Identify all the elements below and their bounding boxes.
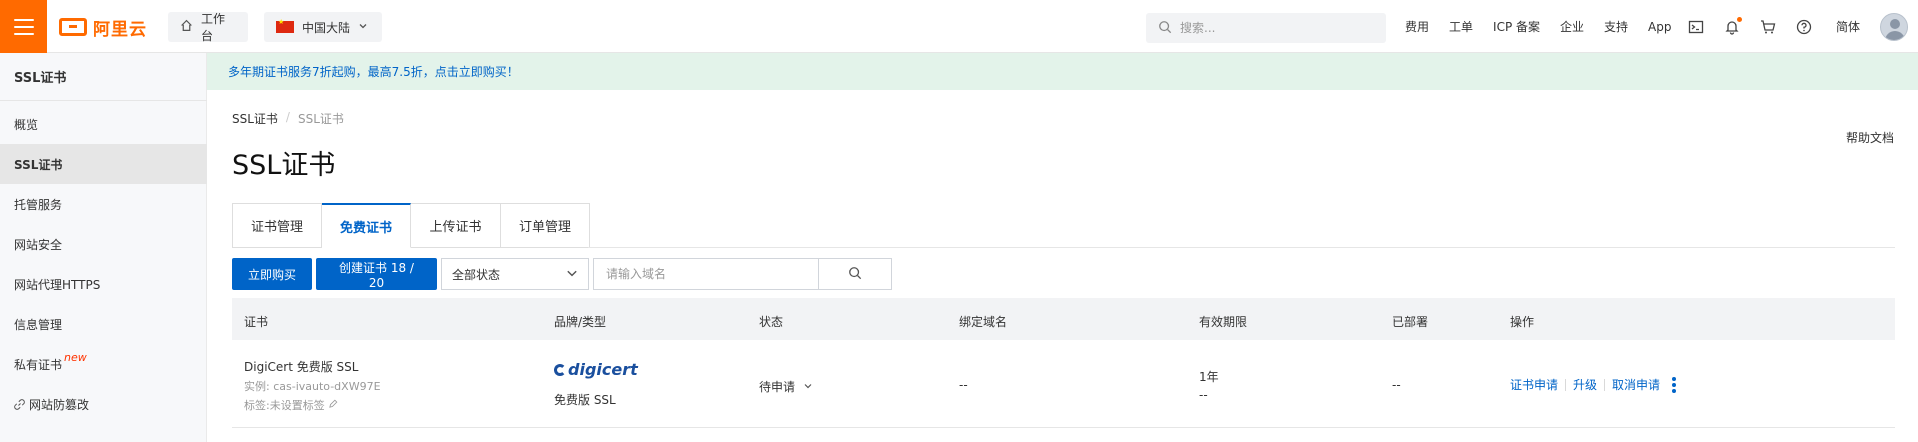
breadcrumb: SSL证书 / SSL证书 xyxy=(232,110,344,127)
validity-value: 1年 -- xyxy=(1199,370,1219,402)
new-badge: new xyxy=(64,350,87,364)
tabs-baseline xyxy=(588,247,1895,248)
global-search[interactable] xyxy=(1146,13,1386,43)
help-doc-link[interactable]: 帮助文档 xyxy=(1846,129,1894,146)
bound-domain-value: -- xyxy=(959,378,968,392)
sidebar-item-https-proxy[interactable]: 网站代理HTTPS xyxy=(0,264,207,304)
cert-type: 免费版 SSL xyxy=(554,393,616,407)
region-selector[interactable]: 中国大陆 xyxy=(264,12,382,42)
table-row: DigiCert 免费版 SSL 实例: cas-ivauto-dXW97E 标… xyxy=(232,340,1895,428)
search-icon xyxy=(1158,20,1172,37)
header-status: 状态 xyxy=(759,315,784,329)
sidebar-item-private-cert[interactable]: 私有证书 new xyxy=(0,344,207,384)
buy-now-button[interactable]: 立即购买 xyxy=(232,258,312,290)
domain-search-button[interactable] xyxy=(818,258,892,290)
avatar[interactable] xyxy=(1880,13,1908,41)
breadcrumb-separator: / xyxy=(285,110,290,124)
sidebar-item-info-management[interactable]: 信息管理 xyxy=(0,304,207,344)
header-cert: 证书 xyxy=(244,315,269,329)
home-icon xyxy=(180,19,193,35)
top-link-tickets[interactable]: 工单 xyxy=(1449,18,1473,35)
top-navigation-bar: 阿里云 工作台 中国大陆 费用 工单 ICP 备案 企业 支持 App xyxy=(0,0,1918,53)
cert-instance-id: 实例: cas-ivauto-dXW97E xyxy=(244,380,381,393)
top-link-support[interactable]: 支持 xyxy=(1604,18,1628,35)
top-link-enterprise[interactable]: 企业 xyxy=(1560,18,1584,35)
header-bound-domain: 绑定域名 xyxy=(959,315,1008,329)
breadcrumb-current: SSL证书 xyxy=(297,112,344,126)
terminal-icon[interactable] xyxy=(1688,19,1704,35)
chevron-down-icon xyxy=(566,267,578,282)
language-switch[interactable]: 简体 xyxy=(1836,0,1860,53)
domain-search xyxy=(593,258,892,290)
header-brand-type: 品牌/类型 xyxy=(554,315,607,329)
tab-cert-management[interactable]: 证书管理 xyxy=(232,203,322,248)
aliyun-logo-icon xyxy=(59,18,87,36)
apply-cert-link[interactable]: 证书申请 xyxy=(1510,376,1558,393)
promo-banner-text: 多年期证书服务7折起购，最高7.5折，点击立即购买！ xyxy=(228,65,519,79)
bell-icon[interactable] xyxy=(1724,16,1742,35)
search-icon xyxy=(848,266,862,283)
notification-dot xyxy=(1737,16,1742,22)
status-dropdown[interactable]: 待申请 xyxy=(759,378,813,395)
sidebar-item-site-security[interactable]: 网站安全 xyxy=(0,224,207,264)
header-actions: 操作 xyxy=(1510,315,1535,329)
top-link-icp[interactable]: ICP 备案 xyxy=(1493,18,1540,35)
digicert-logo-icon xyxy=(554,363,566,376)
create-cert-button[interactable]: 创建证书 18 / 20 xyxy=(316,258,437,290)
page-title: SSL证书 xyxy=(232,150,336,181)
action-separator xyxy=(1565,378,1567,391)
global-search-input[interactable] xyxy=(1180,21,1370,35)
help-icon[interactable] xyxy=(1796,19,1812,35)
deployed-value: -- xyxy=(1392,378,1401,392)
sidebar-title: SSL证书 xyxy=(14,71,67,86)
row-actions: 证书申请 升级 取消申请 xyxy=(1510,376,1677,393)
cart-icon[interactable] xyxy=(1760,19,1776,35)
cert-name: DigiCert 免费版 SSL xyxy=(244,360,359,374)
sidebar-item-ssl-cert[interactable]: SSL证书 xyxy=(0,144,207,184)
top-link-app[interactable]: App xyxy=(1648,20,1671,34)
sidebar-item-hosting[interactable]: 托管服务 xyxy=(0,184,207,224)
action-separator xyxy=(1604,378,1606,391)
cancel-apply-link[interactable]: 取消申请 xyxy=(1612,376,1660,393)
sidebar-item-anti-tamper[interactable]: 网站防篡改 xyxy=(0,384,207,424)
tab-bar: 证书管理 免费证书 上传证书 订单管理 xyxy=(232,203,590,248)
domain-search-input[interactable] xyxy=(593,258,818,290)
sidebar: SSL证书 概览 SSL证书 托管服务 网站安全 网站代理HTTPS 信息管理 … xyxy=(0,53,207,442)
tab-order-management[interactable]: 订单管理 xyxy=(501,203,590,248)
workbench-button[interactable]: 工作台 xyxy=(168,12,248,43)
tab-free-cert[interactable]: 免费证书 xyxy=(322,203,411,248)
menu-icon[interactable] xyxy=(0,0,47,53)
sidebar-item-overview[interactable]: 概览 xyxy=(0,104,207,144)
cert-tag-edit[interactable]: 标签:未设置标签 xyxy=(244,397,338,413)
breadcrumb-root[interactable]: SSL证书 xyxy=(232,110,278,127)
digicert-logo: digicert xyxy=(554,360,638,379)
edit-icon xyxy=(328,399,338,409)
sidebar-divider xyxy=(0,100,207,101)
top-icons xyxy=(1688,0,1812,53)
header-deployed: 已部署 xyxy=(1392,315,1429,329)
top-link-billing[interactable]: 费用 xyxy=(1405,18,1429,35)
toolbar: 立即购买 创建证书 18 / 20 全部状态 xyxy=(232,258,892,290)
status-filter-select[interactable]: 全部状态 xyxy=(441,258,589,290)
chevron-down-icon xyxy=(358,20,368,34)
header-validity: 有效期限 xyxy=(1199,315,1248,329)
table-header: 证书 品牌/类型 状态 绑定域名 有效期限 已部署 操作 xyxy=(232,298,1895,340)
more-actions-icon[interactable] xyxy=(1672,376,1677,393)
aliyun-logo[interactable]: 阿里云 xyxy=(59,14,147,40)
tab-upload-cert[interactable]: 上传证书 xyxy=(411,203,501,248)
chevron-down-icon xyxy=(803,380,813,394)
promo-banner[interactable]: 多年期证书服务7折起购，最高7.5折，点击立即购买！ xyxy=(207,53,1918,90)
china-flag-icon xyxy=(276,18,294,33)
cert-table: 证书 品牌/类型 状态 绑定域名 有效期限 已部署 操作 DigiCert 免费… xyxy=(232,298,1895,428)
upgrade-link[interactable]: 升级 xyxy=(1573,376,1597,393)
top-links: 费用 工单 ICP 备案 企业 支持 App xyxy=(1405,0,1692,53)
link-icon xyxy=(14,398,25,410)
